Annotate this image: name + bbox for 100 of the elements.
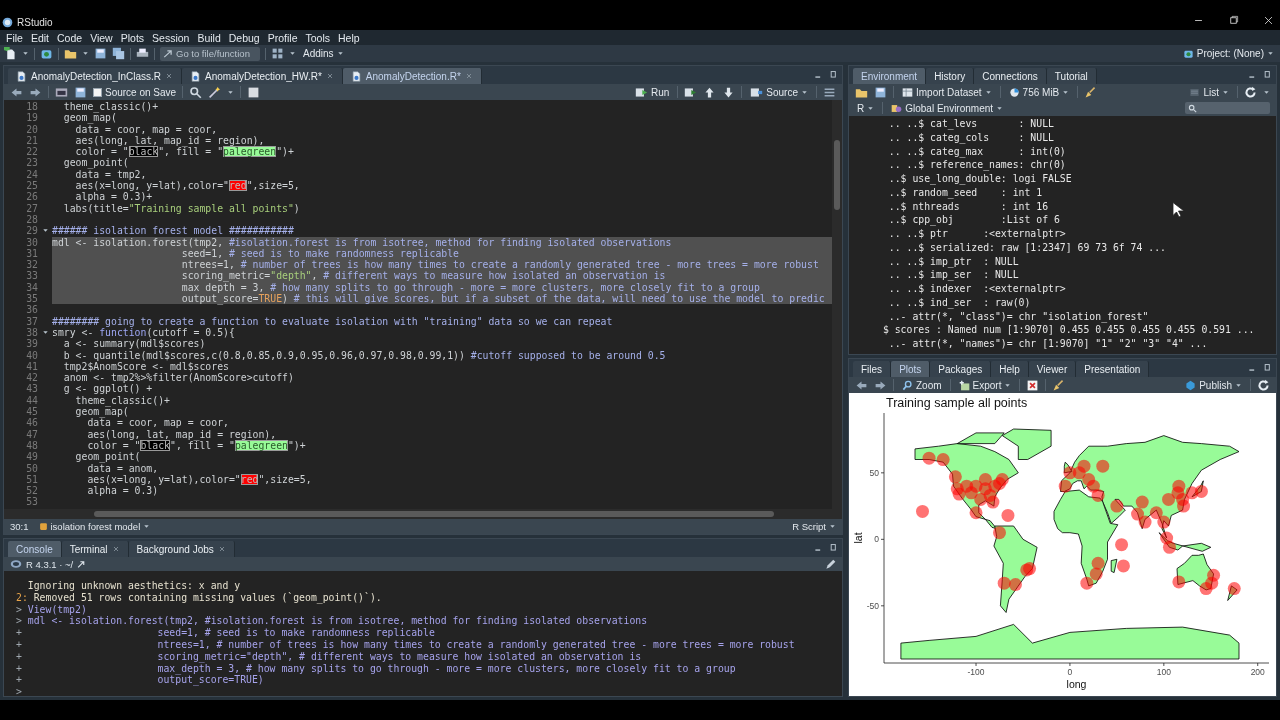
save-icon[interactable] <box>874 85 887 99</box>
delete-icon[interactable] <box>1026 378 1040 392</box>
data-point <box>993 526 1006 540</box>
horizontal-scrollbar[interactable] <box>4 509 832 519</box>
run-button[interactable]: Run <box>632 85 672 99</box>
caret-icon[interactable] <box>1235 381 1242 389</box>
export-button[interactable]: Export <box>956 378 1014 392</box>
menu-item[interactable]: Debug <box>224 30 264 45</box>
console-line: + scoring_metric="depth", # different ways to measure how isolated an observation is <box>16 650 642 663</box>
console-line: + max_depth = 3, # how many splits to go through - more = more clusters, more closely fit to a group <box>16 662 736 675</box>
data-point <box>1008 578 1022 592</box>
caret-icon[interactable] <box>867 104 875 112</box>
menu-item[interactable]: Tools <box>301 30 334 45</box>
caret-icon[interactable] <box>801 88 808 96</box>
publish-button[interactable]: Publish <box>1183 378 1244 392</box>
refresh-icon[interactable] <box>1244 85 1257 99</box>
code-line: data = tmp2, <box>75 168 147 181</box>
caret-icon[interactable] <box>336 50 344 57</box>
section-selector[interactable]: isolation forest model <box>38 521 151 532</box>
caret-icon[interactable] <box>22 50 29 57</box>
pane-tab[interactable]: Files <box>853 361 892 377</box>
up-arrow-icon[interactable] <box>703 85 717 99</box>
caret-icon[interactable] <box>143 523 151 530</box>
pane-tab[interactable]: Packages <box>930 361 992 377</box>
pane-tab[interactable]: Plots <box>891 361 931 377</box>
clear-console-icon[interactable] <box>825 558 836 570</box>
caret-icon[interactable] <box>82 50 89 57</box>
environment-selector[interactable]: Global Environment <box>889 101 1006 115</box>
caret-icon[interactable] <box>1267 50 1274 57</box>
data-point <box>1077 459 1091 473</box>
file-type-selector[interactable]: R Script <box>792 521 836 532</box>
pane-tab[interactable]: Tutorial <box>1046 68 1097 84</box>
caret-icon[interactable] <box>227 88 235 96</box>
menu-item[interactable]: Edit <box>26 30 53 45</box>
save-icon[interactable] <box>74 85 87 99</box>
go-to-directory-icon[interactable] <box>77 559 87 569</box>
language-selector[interactable]: R <box>855 101 877 115</box>
fold-icon[interactable] <box>41 227 49 235</box>
file-tab[interactable]: AnomalyDetection_InClass.R <box>8 68 183 84</box>
addins-button[interactable]: Addins <box>301 46 346 61</box>
source-button[interactable]: Source <box>748 85 810 99</box>
rerun-icon[interactable] <box>684 85 698 99</box>
menu-item[interactable]: Help <box>334 30 364 45</box>
folder-icon[interactable] <box>64 47 77 60</box>
menu-item[interactable]: Plots <box>116 30 149 45</box>
zoom-button[interactable]: Zoom <box>900 378 944 392</box>
report-icon[interactable] <box>247 85 261 99</box>
pane-tab[interactable]: Environment <box>853 68 927 84</box>
wand-icon[interactable] <box>208 85 222 99</box>
caret-icon[interactable] <box>1222 88 1229 96</box>
menu-item[interactable]: Session <box>148 30 194 45</box>
show-in-window-icon[interactable] <box>55 85 68 99</box>
fold-icon[interactable] <box>41 329 49 337</box>
print-icon[interactable] <box>136 47 149 60</box>
back-icon[interactable] <box>855 378 868 392</box>
project-button[interactable]: Project: (None) <box>1180 46 1276 61</box>
console-tab[interactable]: Terminal <box>61 541 129 557</box>
pane-tab[interactable]: Viewer <box>1028 361 1077 377</box>
search-icon[interactable] <box>189 85 203 99</box>
memory-usage-button[interactable]: 756 MiB <box>1006 85 1072 99</box>
caret-icon[interactable] <box>1004 381 1012 389</box>
tick-label: 50 <box>869 467 879 478</box>
broom-icon[interactable] <box>1052 378 1066 392</box>
new-file-icon[interactable] <box>4 47 17 60</box>
pane-tab[interactable]: Presentation <box>1076 361 1150 377</box>
menu-item[interactable]: File <box>2 30 27 45</box>
broom-icon[interactable] <box>1084 85 1098 99</box>
import-dataset-button[interactable]: Import Dataset <box>900 85 994 99</box>
pane-tab[interactable]: Help <box>991 361 1029 377</box>
goto-field[interactable]: Go to file/function <box>160 46 260 61</box>
grid-icon[interactable] <box>271 47 284 60</box>
file-icon <box>190 70 202 82</box>
pane-tab[interactable]: Connections <box>974 68 1047 84</box>
restore-icon[interactable] <box>1228 15 1239 26</box>
file-tab[interactable]: AnomalyDetection_HW.R* <box>182 68 343 84</box>
caret-icon[interactable] <box>289 50 296 57</box>
file-tab[interactable]: AnomalyDetection.R* <box>342 68 482 84</box>
pane-tab[interactable]: History <box>926 68 975 84</box>
menu-icon[interactable] <box>823 85 836 99</box>
menu-item[interactable]: Code <box>53 30 87 45</box>
refresh-icon[interactable] <box>1257 378 1270 392</box>
new-project-icon[interactable] <box>40 47 53 60</box>
console-tab[interactable]: Background Jobs <box>128 541 235 557</box>
caret-icon[interactable] <box>1062 88 1070 96</box>
caret-icon[interactable] <box>1263 88 1270 96</box>
menu-item[interactable]: Profile <box>263 30 302 45</box>
menu-item[interactable]: View <box>86 30 117 45</box>
console-tab[interactable]: Console <box>8 541 62 557</box>
back-icon[interactable] <box>10 85 23 99</box>
source-icon <box>750 85 764 99</box>
menu-item[interactable]: Build <box>193 30 225 45</box>
source-on-save-checkbox[interactable]: Source on Save <box>93 86 177 98</box>
save-all-icon[interactable] <box>112 47 125 60</box>
close-icon[interactable] <box>1263 15 1274 26</box>
caret-icon[interactable] <box>829 523 836 530</box>
line-number: 39 <box>25 338 38 350</box>
view-mode-button[interactable]: List <box>1187 85 1231 99</box>
search-field[interactable] <box>1185 102 1270 114</box>
save-icon[interactable] <box>94 47 107 60</box>
vertical-scrollbar[interactable] <box>832 100 842 519</box>
